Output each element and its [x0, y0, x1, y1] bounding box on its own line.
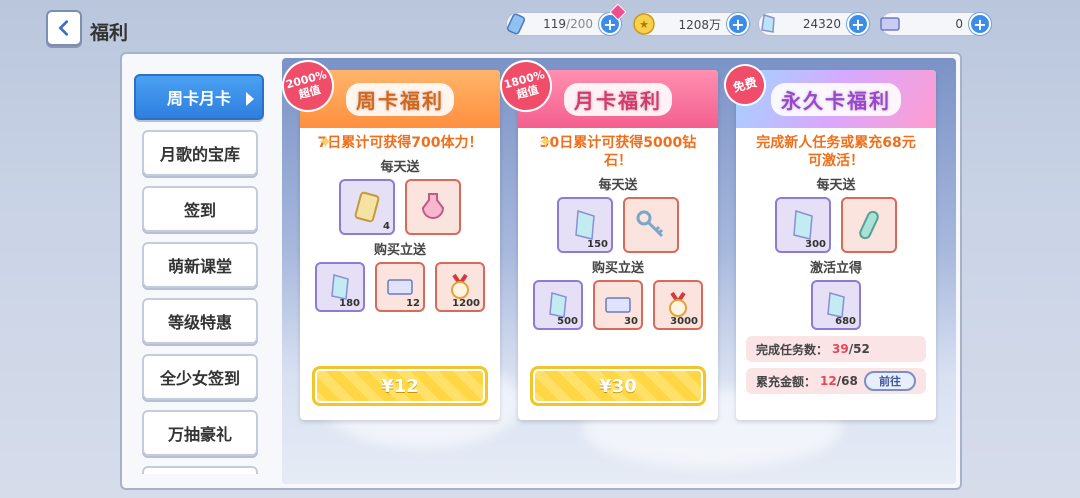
activate-label: 激活立得 — [809, 261, 862, 276]
sidebar-item-more[interactable] — [142, 466, 258, 474]
charge-label: 累充金额： — [756, 374, 817, 389]
monthly-card-panel: 月卡福利 1800% 超值 ✦ 30日累计可获得5000钻石！ 每天送 150 购… — [494, 54, 718, 420]
add-diamond-button[interactable]: + — [847, 13, 869, 35]
sidebar: 周卡月卡 月歌的宝库 签到 萌新课堂 等级特惠 全少女签到 万抽豪礼 — [130, 66, 264, 474]
capsule-icon[interactable] — [841, 197, 897, 253]
sidebar-item-all-girls-signin[interactable]: 全少女签到 — [142, 354, 258, 400]
sidebar-item-level-deals[interactable]: 等级特惠 — [142, 298, 258, 344]
buy-weekly-card-button[interactable]: ¥12 — [312, 366, 488, 406]
task-progress-row: 完成任务数： 39/52 — [746, 336, 926, 362]
task-total: /52 — [848, 342, 870, 356]
daily-items: 4 — [300, 179, 500, 235]
ticket-resource: 0 + — [877, 11, 991, 37]
sparkle-icon: ✦ — [538, 132, 554, 153]
stamina-max: /200 — [566, 17, 593, 31]
sidebar-item-newbie-class[interactable]: 萌新课堂 — [142, 242, 258, 288]
permanent-card-title: 永久卡福利 — [771, 82, 901, 116]
diamond-value: 24320 — [802, 17, 841, 31]
sidebar-item-signin[interactable]: 签到 — [142, 186, 258, 232]
add-coin-button[interactable]: + — [727, 13, 749, 35]
weekly-card-panel: 周卡福利 2000% 超值 ✦ 7日累计可获得700体力！ 每天送 4 购买立送 … — [276, 54, 500, 420]
sidebar-item-gacha-gift[interactable]: 万抽豪礼 — [142, 410, 258, 456]
buy-label: 购买立送 — [373, 243, 426, 258]
monthly-card-title: 月卡福利 — [564, 82, 672, 116]
sparkle-icon: ✦ — [318, 132, 334, 153]
stamina-card-icon[interactable]: 4 — [339, 179, 395, 235]
coin-resource: ★ 1208万 + — [631, 11, 749, 37]
task-done: 39 — [832, 342, 849, 356]
diamond-icon[interactable]: 150 — [557, 197, 613, 253]
diamond-icon — [755, 11, 781, 37]
charge-done: 12 — [820, 374, 837, 388]
buy-items: 500 30 3000 — [518, 280, 718, 330]
ribbon-medal-icon[interactable]: 1200 — [435, 262, 485, 312]
diamond-icon[interactable]: 500 — [533, 280, 583, 330]
buy-items: 180 12 1200 — [300, 262, 500, 312]
ticket-icon[interactable]: 30 — [593, 280, 643, 330]
stamina-resource: 119/200 + — [503, 11, 621, 37]
task-label: 完成任务数： — [756, 342, 829, 357]
sidebar-item-treasury[interactable]: 月歌的宝库 — [142, 130, 258, 176]
svg-text:★: ★ — [639, 18, 649, 31]
stamina-value: 119 — [543, 17, 567, 31]
stamina-bottle-icon — [503, 11, 529, 37]
charge-total: /68 — [836, 374, 858, 388]
weekly-card-title: 周卡福利 — [346, 82, 454, 116]
back-button[interactable] — [46, 10, 82, 46]
charge-progress-row: 累充金额： 12/68 前往 — [746, 368, 926, 394]
add-ticket-button[interactable]: + — [969, 13, 991, 35]
daily-label: 每天送 — [380, 160, 420, 175]
page-title: 福利 — [90, 22, 129, 44]
potion-bottle-icon[interactable] — [405, 179, 461, 235]
diamond-icon[interactable]: 180 — [315, 262, 365, 312]
coin-icon: ★ — [631, 11, 657, 37]
permanent-card-desc: 完成新人任务或累充68元可激活！ — [756, 135, 916, 169]
daily-label: 每天送 — [598, 178, 638, 193]
buy-label: 购买立送 — [591, 261, 644, 276]
coin-value: 1208万 — [678, 17, 721, 32]
daily-label: 每天送 — [816, 178, 856, 193]
ticket-value: 0 — [955, 17, 963, 31]
activate-items: 680 — [736, 280, 936, 330]
ticket-icon — [877, 11, 903, 37]
buy-monthly-card-button[interactable]: ¥30 — [530, 366, 706, 406]
daily-items: 300 — [736, 197, 936, 253]
sidebar-item-weekly-monthly-card[interactable]: 周卡月卡 — [134, 74, 264, 120]
back-arrow-icon — [58, 20, 69, 36]
diamond-resource: 24320 + — [755, 11, 869, 37]
permanent-card-panel: 永久卡福利 免费 完成新人任务或累充68元可激活！ 每天送 300 激活立得 6… — [719, 59, 936, 420]
diamond-icon[interactable]: 680 — [811, 280, 861, 330]
diamond-icon[interactable]: 300 — [775, 197, 831, 253]
key-icon[interactable] — [623, 197, 679, 253]
daily-items: 150 — [518, 197, 718, 253]
ticket-icon[interactable]: 12 — [375, 262, 425, 312]
ribbon-medal-icon[interactable]: 3000 — [653, 280, 703, 330]
go-button[interactable]: 前往 — [864, 371, 916, 391]
